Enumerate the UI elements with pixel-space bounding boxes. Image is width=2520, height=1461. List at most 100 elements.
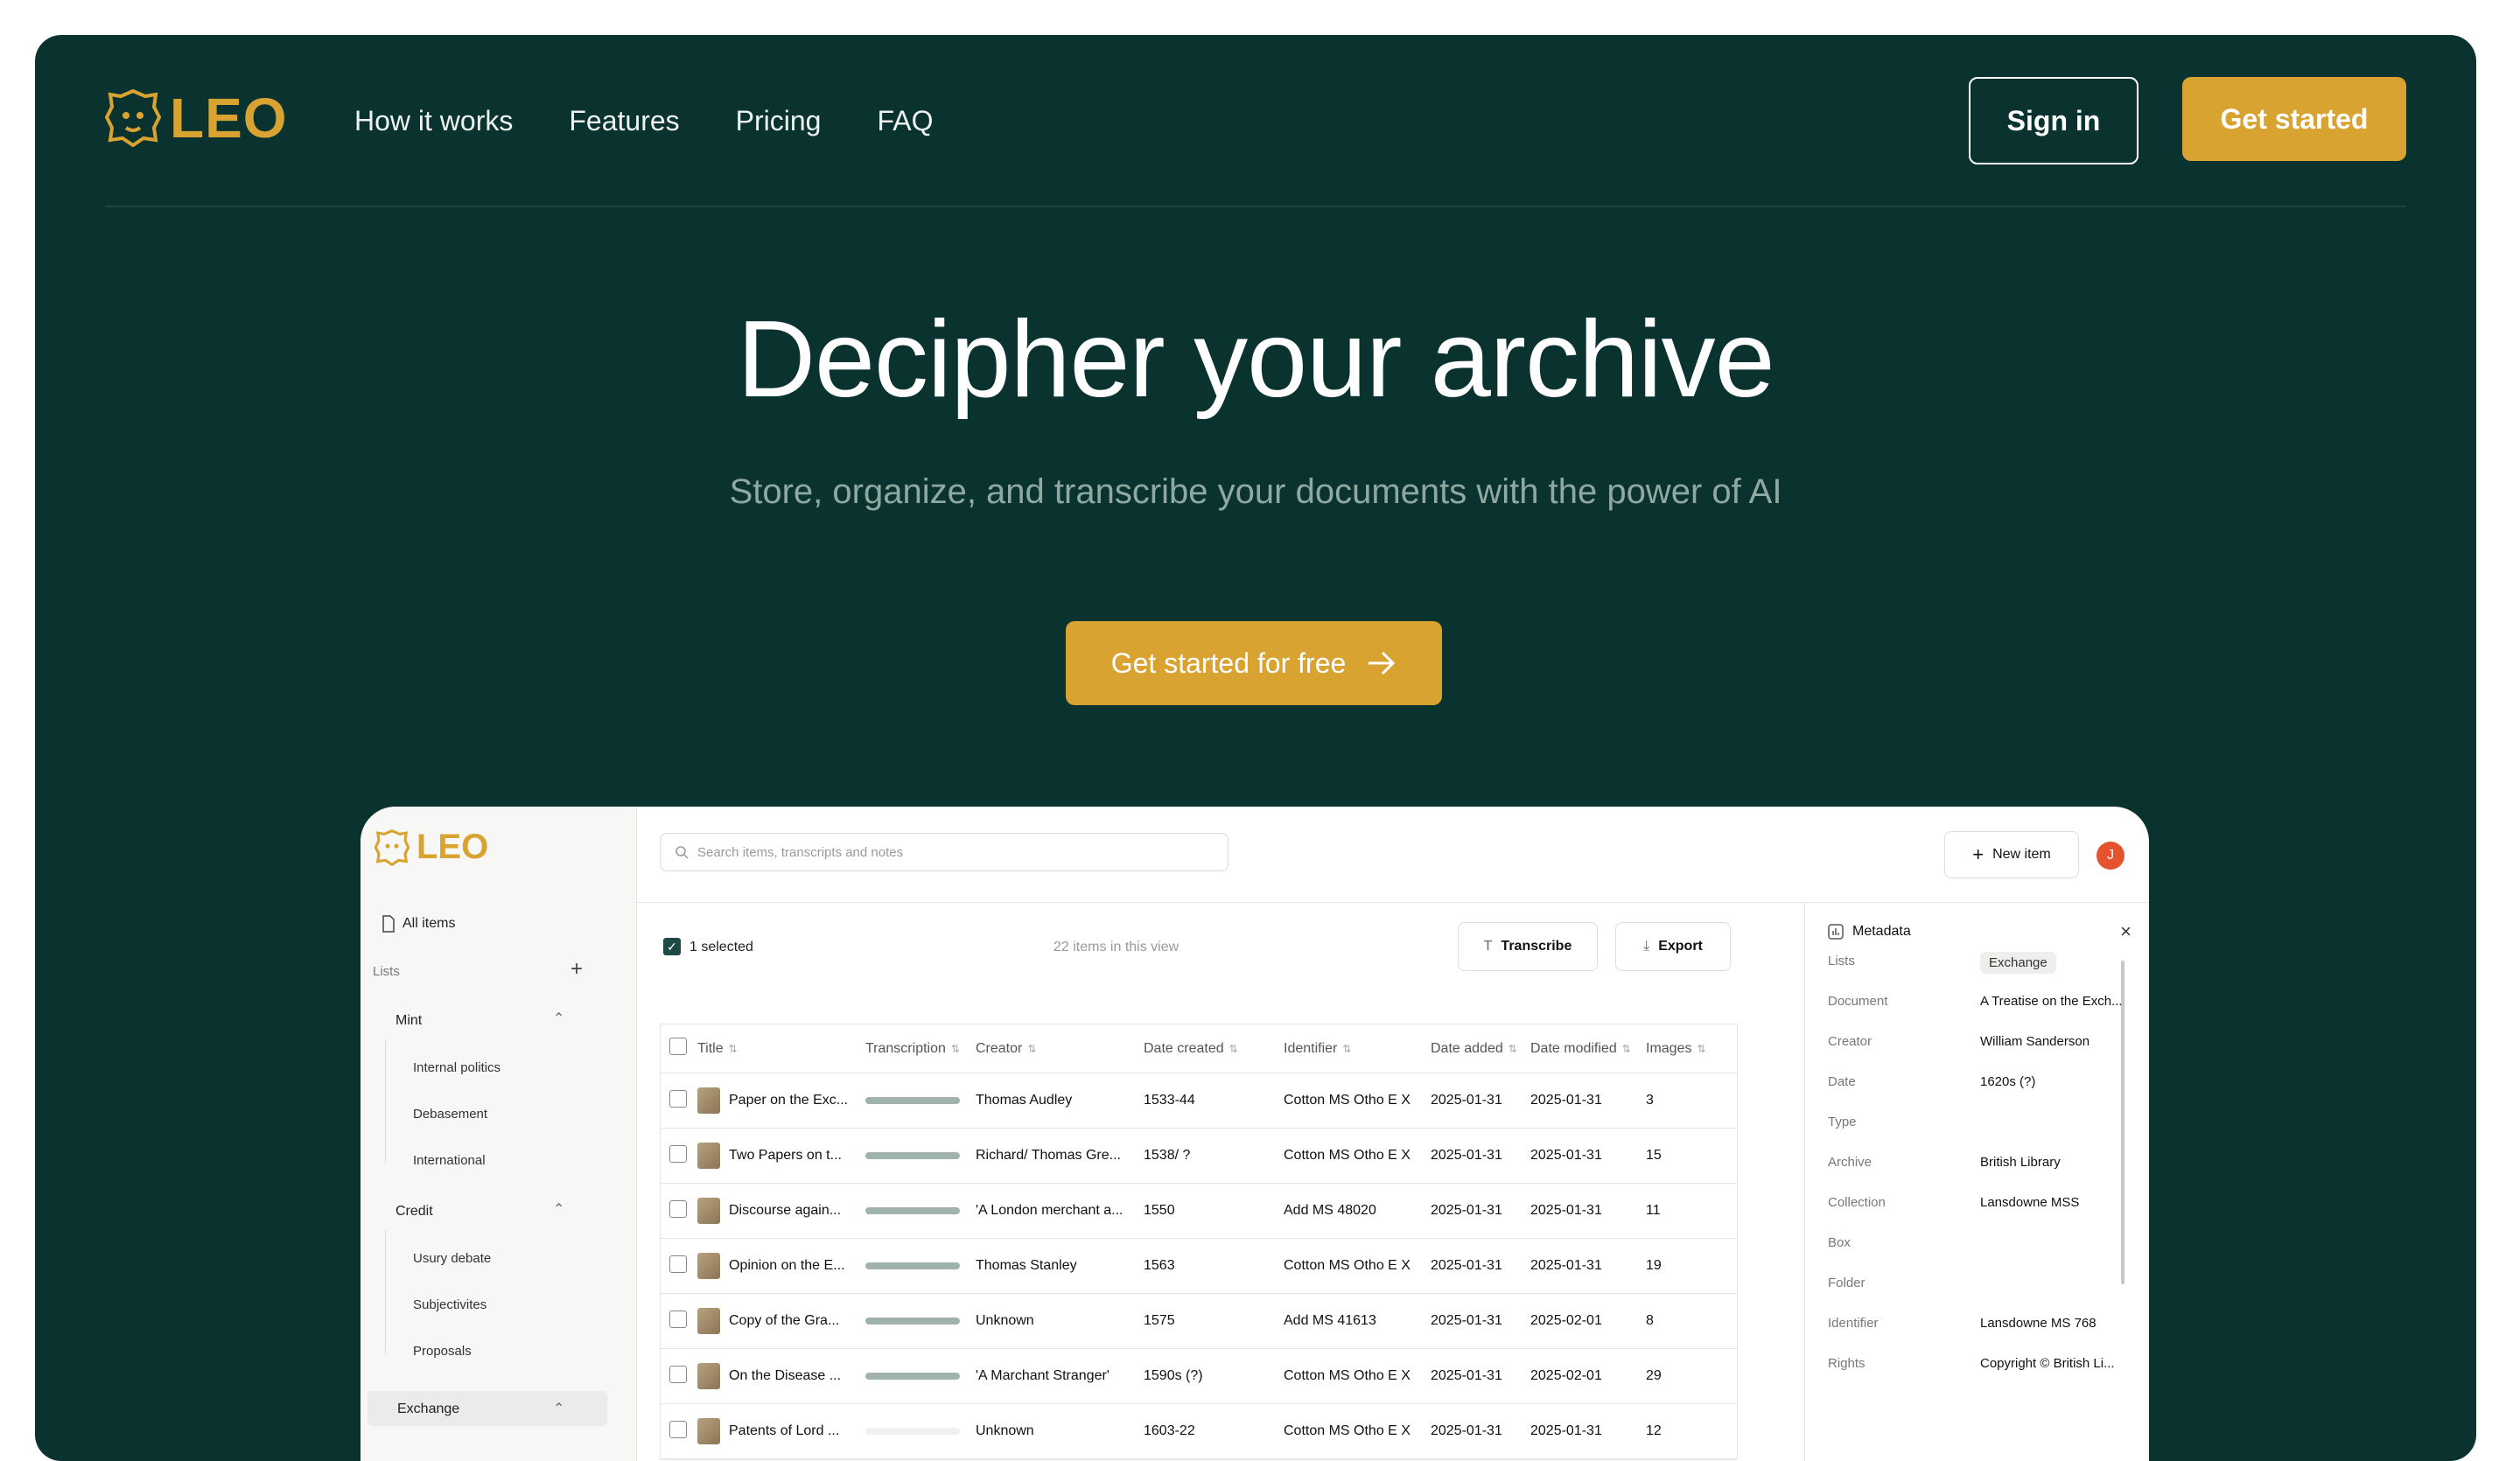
table-row[interactable]: Copy of the Gra... Unknown 1575 Add MS 4161… [661,1294,1737,1349]
col-identifier[interactable]: Identifier ⇅ [1284,1041,1431,1057]
nav-features[interactable]: Features [569,105,679,137]
new-item-label: New item [1992,847,2051,862]
avatar[interactable]: J [2096,842,2124,870]
sidebar-item-usury-debate[interactable]: Usury debate [413,1251,491,1266]
table-cell: 2025-01-31 [1530,1258,1646,1274]
sort-icon: ⇅ [1228,1042,1238,1055]
header-label: Date modified [1530,1040,1617,1056]
cell-title: Discourse again... [729,1203,842,1219]
col-date-created[interactable]: Date created ⇅ [1144,1041,1284,1057]
table-row[interactable]: Patents of Lord ... Unknown 1603-22 Cotton … [661,1404,1737,1459]
sidebar-item-subjectivites[interactable]: Subjectivites [413,1297,486,1312]
app-logo[interactable]: LEO [374,828,488,867]
sidebar-item-exchange[interactable]: Exchange ⌃ [368,1391,607,1426]
get-started-free-button[interactable]: Get started for free [1066,621,1442,705]
table-cell: 1550 [1144,1203,1284,1219]
table-cell: 1538/ ? [1144,1148,1284,1164]
table-cell: On the Disease ... [697,1363,865,1389]
metadata-row: Type [1828,1115,2143,1129]
metadata-value[interactable]: 1620s (?) [1980,1074,2138,1089]
select-all-checkbox[interactable]: ✓ [663,938,681,955]
table-row[interactable]: Paper on the Exc... Thomas Audley 1533-44 C… [661,1073,1737,1129]
sidebar-item-international[interactable]: International [413,1153,486,1168]
sidebar-item-all-items[interactable]: All items [382,915,455,933]
col-transcription[interactable]: Transcription ⇅ [865,1041,976,1057]
sign-in-button[interactable]: Sign in [1969,77,2138,164]
metadata-label: Type [1828,1115,1857,1129]
chevron-up-icon[interactable]: ⌃ [553,1200,564,1218]
sidebar-item-label: All items [402,916,456,931]
export-button[interactable]: ⤓ Export [1615,922,1731,971]
sidebar-item-debasement[interactable]: Debasement [413,1107,487,1122]
table-cell: 2025-01-31 [1431,1423,1530,1439]
row-checkbox[interactable] [669,1255,687,1273]
top-nav: LEO How it works Features Pricing FAQ Si… [105,77,2406,164]
table-cell: 'A London merchant a... [976,1203,1144,1219]
row-checkbox[interactable] [669,1089,687,1108]
metadata-value[interactable]: Lansdowne MS 768 [1980,1316,2138,1331]
transcription-bar [865,1097,960,1104]
table-row[interactable]: Two Papers on t... Richard/ Thomas Gre...… [661,1129,1737,1184]
col-creator[interactable]: Creator ⇅ [976,1041,1144,1057]
cell-creator: Thomas Stanley [976,1258,1077,1273]
cell-title: Opinion on the E... [729,1258,845,1274]
nav-faq[interactable]: FAQ [877,105,933,137]
col-title[interactable]: Title ⇅ [697,1041,865,1057]
transcription-bar [865,1428,960,1435]
table-cell: 2025-01-31 [1431,1093,1530,1108]
app-logo-text: LEO [416,828,489,866]
items-table: Title ⇅ Transcription ⇅ Creator ⇅ Date crea… [660,1024,1738,1460]
header-checkbox[interactable] [669,1038,687,1055]
table-row[interactable]: Discourse again... 'A London merchant a..… [661,1184,1737,1239]
list-chip[interactable]: Exchange [1980,952,2056,974]
table-cell: 15 [1646,1148,1733,1164]
cell-identifier: Add MS 41613 [1284,1313,1376,1328]
transcription-bar [865,1152,960,1159]
row-checkbox[interactable] [669,1144,687,1163]
list-group-mint[interactable]: Mint [396,1013,422,1029]
metadata-value[interactable]: A Treatise on the Exch... [1980,994,2138,1009]
document-thumbnail [697,1308,720,1334]
add-list-icon[interactable]: + [570,957,583,982]
cell-images: 19 [1646,1258,1662,1273]
list-group-credit[interactable]: Credit [396,1204,433,1220]
col-images[interactable]: Images ⇅ [1646,1041,1733,1057]
cell-date-added: 2025-01-31 [1431,1093,1502,1108]
cell-images: 12 [1646,1423,1662,1438]
metadata-row: Rights Copyright © British Li... [1828,1356,2143,1371]
plus-icon: + [1972,843,1984,865]
table-cell: 2025-01-31 [1431,1313,1530,1329]
arrow-right-icon [1368,651,1396,675]
sidebar-item-proposals[interactable]: Proposals [413,1344,472,1359]
table-cell [865,1207,976,1214]
transcribe-label: Transcribe [1501,939,1572,954]
row-checkbox[interactable] [669,1365,687,1383]
table-row[interactable]: On the Disease ... 'A Marchant Stranger' 1… [661,1349,1737,1404]
row-checkbox[interactable] [669,1310,687,1328]
row-checkbox[interactable] [669,1199,687,1218]
transcription-bar [865,1262,960,1269]
metadata-value[interactable]: William Sanderson [1980,1034,2138,1049]
logo[interactable]: LEO [105,86,288,150]
nav-how-it-works[interactable]: How it works [354,105,513,137]
new-item-button[interactable]: + New item [1944,831,2079,878]
metadata-value[interactable]: Copyright © British Li... [1980,1356,2138,1371]
table-row[interactable]: Opinion on the E... Thomas Stanley 1563 Cot… [661,1239,1737,1294]
cell-images: 3 [1646,1093,1654,1108]
metadata-value[interactable]: British Library [1980,1155,2138,1170]
col-date-modified[interactable]: Date modified ⇅ [1530,1041,1646,1057]
table-cell [865,1428,976,1435]
transcribe-button[interactable]: T Transcribe [1458,922,1598,971]
sidebar-item-internal-politics[interactable]: Internal politics [413,1060,500,1075]
row-checkbox[interactable] [669,1420,687,1438]
metadata-label: Rights [1828,1356,1866,1371]
search-input[interactable]: Search items, transcripts and notes [660,833,1228,871]
table-cell: Unknown [976,1423,1144,1439]
cta-label: Get started for free [1110,647,1347,679]
col-date-added[interactable]: Date added ⇅ [1431,1041,1530,1057]
close-icon[interactable]: × [2120,920,2132,943]
chevron-up-icon[interactable]: ⌃ [553,1010,564,1027]
nav-pricing[interactable]: Pricing [736,105,822,137]
metadata-value[interactable]: Lansdowne MSS [1980,1195,2138,1210]
get-started-button[interactable]: Get started [2182,77,2406,161]
